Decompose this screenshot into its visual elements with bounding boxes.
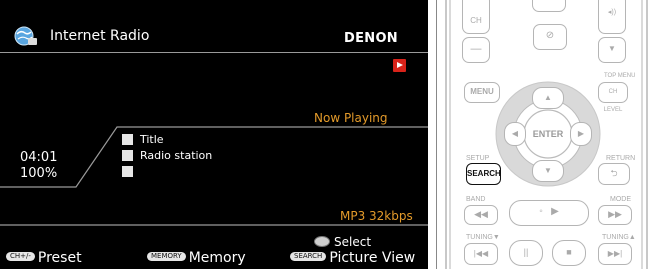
search-key-badge: SEARCH [290,251,327,261]
menu-button[interactable]: MENU [464,82,500,103]
skip-back-button[interactable]: |◀◀ [464,243,498,265]
rewind-button[interactable]: ◀◀ [464,205,498,225]
setup-label: SETUP [466,155,490,162]
footer-bar: CH+/- Preset MEMORY Memory SEARCH Picture V… [0,250,428,269]
track-title: Title [140,133,164,146]
info-row-title: Title [122,133,212,149]
ch-down-button[interactable]: — [462,37,490,63]
ch-up-button[interactable]: CH [462,0,490,34]
dial-icon [314,236,330,247]
down-button[interactable]: ▼ [532,160,564,182]
title-bar: Internet Radio DENON [0,0,428,52]
remote-control: CH — ⊘ ◂)) ▼ MENU TOP MENU CH LEVEL ▲ ▼ … [444,0,650,269]
footer-memory: MEMORY Memory [147,250,246,266]
time-readout: 04:01 100% [20,150,57,182]
elapsed-time: 04:01 [20,150,58,165]
play-icon [393,59,406,72]
radio-screen: Internet Radio DENON Now Playing 04:01 1… [0,0,428,269]
top-menu-label: TOP MENU [604,73,636,79]
up-button[interactable]: ▲ [532,87,564,109]
codec-label: MP3 32kbps [340,209,413,223]
band-label: BAND [466,196,486,203]
track-info: Title Radio station [122,133,212,181]
brand-logo: DENON [344,31,398,46]
search-button[interactable]: SEARCH [466,163,501,185]
select-hint: Select [314,235,372,249]
picture-view-label: Picture View [329,250,416,266]
volume-up-button[interactable]: ◂)) [598,0,626,34]
enter-button[interactable]: ENTER [524,110,572,158]
buffer-level: 100% [20,166,58,181]
station-name: Radio station [140,149,213,162]
footer-preset: CH+/- Preset [6,250,82,266]
tuning-up-label: TUNING▲ [602,234,636,241]
left-button[interactable]: ◀ [504,122,526,146]
title-separator [0,52,428,53]
info-row-station: Radio station [122,149,212,165]
pause-button[interactable]: || [509,240,543,266]
clock-icon [122,166,133,177]
preset-label: Preset [37,250,82,266]
stop-button[interactable]: ■ [552,240,586,266]
skip-forward-button[interactable]: ▶▶| [598,243,632,265]
mode-label: MODE [610,196,631,203]
fast-forward-button[interactable]: ▶▶ [598,205,632,225]
ch-level-button[interactable]: CH LEVEL [598,82,628,113]
memory-label: Memory [188,250,246,266]
return-button[interactable]: ⮌ [598,163,630,185]
footer-picture-view: SEARCH Picture View [290,250,415,266]
select-label: Select [334,235,372,249]
globe-icon [14,26,37,46]
radio-station-icon [122,150,133,161]
music-note-icon [122,134,133,145]
return-label: RETURN [606,155,636,162]
right-button[interactable]: ▶ [570,122,592,146]
app-title: Internet Radio [50,28,150,44]
top-center-button[interactable] [532,0,566,12]
info-row-clock [122,165,212,181]
ch-key-badge: CH+/- [6,251,35,261]
volume-down-button[interactable]: ▼ [598,37,626,63]
tuning-down-label: TUNING▼ [466,234,500,241]
play-button[interactable]: ◦ ▶ [509,200,589,226]
memory-key-badge: MEMORY [147,251,186,261]
divider [436,0,437,269]
mute-button[interactable]: ⊘ [533,24,567,50]
